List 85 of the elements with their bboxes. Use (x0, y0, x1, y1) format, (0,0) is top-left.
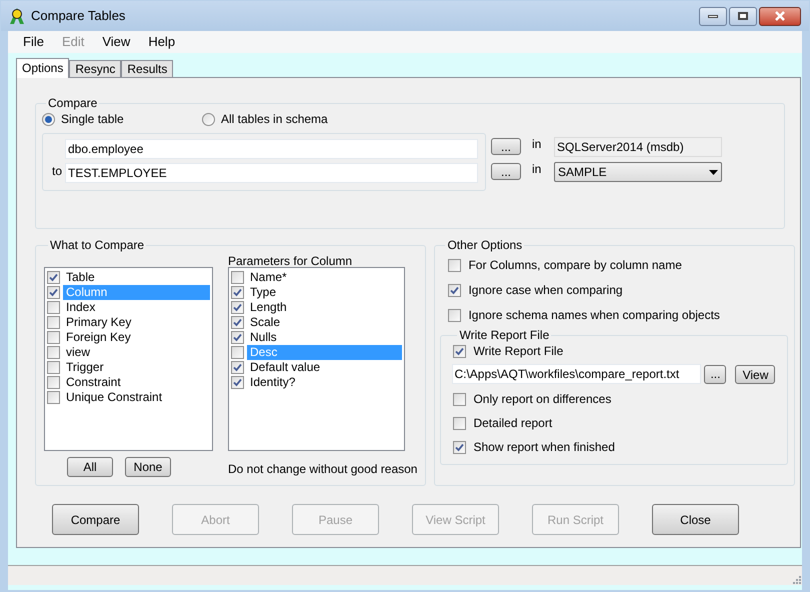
menu-item[interactable]: File (15, 32, 52, 52)
list-item[interactable]: Trigger (63, 360, 210, 375)
menu-item[interactable]: View (94, 32, 138, 52)
button[interactable]: View (735, 364, 776, 384)
table-name-field[interactable]: TEST.EMPLOYEE (65, 163, 478, 183)
option-label: Show report when finished (473, 440, 615, 454)
checkbox[interactable] (47, 331, 60, 344)
checkbox[interactable] (453, 392, 466, 406)
checkbox[interactable] (453, 344, 466, 358)
database-dropdown[interactable]: SAMPLE (554, 162, 722, 182)
report-path-field[interactable]: C:\Apps\AQT\workfiles\compare_report.txt (452, 364, 702, 384)
close-button[interactable] (759, 6, 801, 26)
menu-item[interactable]: Help (140, 32, 184, 52)
button[interactable]: ... (704, 364, 726, 384)
checkbox[interactable] (47, 391, 60, 404)
list-item[interactable]: Foreign Key (63, 330, 210, 345)
option-label: Ignore schema names when comparing objects (468, 308, 720, 322)
checkbox[interactable] (47, 316, 60, 329)
option-label: Only report on differences (473, 392, 612, 406)
close-icon (774, 11, 786, 21)
app-logo-icon (9, 7, 25, 25)
checkbox[interactable] (448, 308, 462, 322)
list-item[interactable]: Type (247, 285, 402, 300)
list-item[interactable]: Table (63, 270, 210, 285)
option-label: Write Report File (473, 344, 564, 358)
table-name-field[interactable]: dbo.employee (65, 139, 478, 159)
list-item[interactable]: Index (63, 300, 210, 315)
list-item[interactable]: Default value (247, 360, 402, 375)
tab[interactable]: Results (121, 60, 174, 78)
checkbox[interactable] (47, 271, 60, 284)
window-title: Compare Tables (31, 7, 126, 26)
list-item[interactable]: Scale (247, 315, 402, 330)
in-label: in (532, 162, 542, 176)
note-text: Do not change without good reason (228, 461, 418, 478)
radio-button[interactable] (42, 112, 55, 126)
dropdown-arrow-icon (709, 170, 718, 174)
checkbox[interactable] (448, 284, 462, 296)
list-item[interactable]: Constraint (63, 375, 210, 390)
in-label: in (532, 137, 542, 151)
checkbox[interactable] (231, 376, 244, 389)
option-label: Detailed report (473, 416, 552, 430)
radio-label: Single table (61, 111, 124, 128)
button[interactable]: None (125, 457, 171, 477)
minimize-button[interactable] (699, 6, 727, 26)
checkbox[interactable] (453, 440, 466, 454)
radio-button[interactable] (202, 112, 215, 126)
group-title: Write Report File (458, 328, 550, 342)
checkbox[interactable] (231, 346, 244, 359)
to-label: to (50, 163, 63, 180)
checkbox[interactable] (47, 376, 60, 389)
list-item[interactable]: Nulls (247, 330, 402, 345)
checkbox[interactable] (47, 346, 60, 359)
option-label: For Columns, compare by column name (468, 258, 682, 272)
button[interactable]: Compare (52, 504, 139, 535)
checkbox[interactable] (231, 301, 244, 314)
list-item[interactable]: view (63, 345, 210, 360)
checkbox[interactable] (231, 331, 244, 344)
checkbox[interactable] (231, 361, 244, 374)
button[interactable]: ... (491, 138, 521, 155)
group-title: Other Options (446, 238, 524, 252)
list-item[interactable]: Length (247, 300, 402, 315)
checkbox[interactable] (231, 271, 244, 284)
list-item[interactable]: Primary Key (63, 315, 210, 330)
button[interactable]: Close (652, 504, 739, 535)
maximize-button[interactable] (729, 6, 757, 26)
database-field: SQLServer2014 (msdb) (554, 137, 722, 157)
list-title: Parameters for Column (228, 254, 354, 268)
tab[interactable]: Resync (69, 60, 122, 78)
checkbox[interactable] (448, 258, 462, 272)
radio-label: All tables in schema (221, 111, 328, 128)
list-item[interactable]: Unique Constraint (63, 390, 210, 405)
list-item[interactable]: Identity? (247, 375, 402, 390)
tab[interactable]: Options (16, 58, 70, 78)
checkbox[interactable] (231, 316, 244, 329)
checkbox[interactable] (47, 301, 60, 314)
button[interactable]: ... (491, 163, 521, 180)
group-title: What to Compare (49, 238, 146, 252)
checkbox[interactable] (47, 286, 60, 299)
group-title: Compare (47, 96, 98, 110)
checkbox[interactable] (453, 416, 466, 430)
list-item[interactable]: Name* (247, 270, 402, 285)
button[interactable]: All (67, 457, 113, 477)
checkbox[interactable] (231, 286, 244, 299)
checkbox[interactable] (47, 361, 60, 374)
option-label: Ignore case when comparing (468, 283, 623, 297)
